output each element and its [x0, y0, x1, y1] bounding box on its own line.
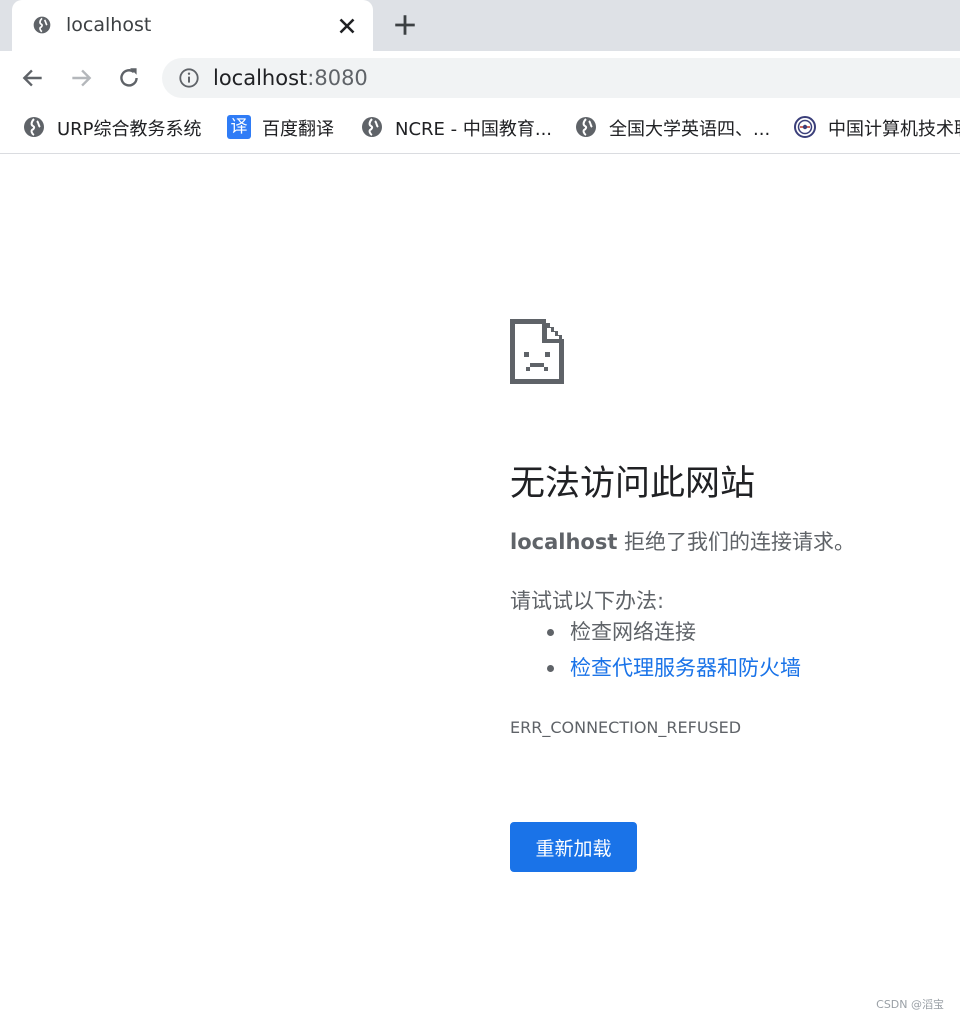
globe-icon — [33, 16, 51, 34]
info-icon[interactable] — [178, 67, 200, 89]
error-description: localhost 拒绝了我们的连接请求。 — [510, 526, 855, 556]
globe-icon — [576, 117, 596, 137]
suggestion-check-network: 检查网络连接 — [510, 616, 801, 652]
back-arrow-icon[interactable] — [20, 65, 46, 91]
suggestion-check-proxy-link[interactable]: 检查代理服务器和防火墙 — [510, 652, 801, 688]
ccf-icon — [794, 116, 816, 138]
bookmark-label: 百度翻译 — [262, 119, 334, 140]
sad-document-icon — [510, 319, 564, 384]
bookmark-label: NCRE - 中国教育... — [395, 119, 553, 140]
url-text[interactable]: localhost:8080 — [213, 66, 368, 90]
globe-icon — [24, 117, 44, 137]
bookmark-label: 中国计算机技术职 — [828, 119, 960, 140]
close-icon[interactable] — [334, 13, 360, 39]
globe-icon — [362, 117, 382, 137]
address-bar[interactable]: localhost:8080 — [162, 58, 960, 98]
url-host: localhost — [213, 66, 308, 90]
suggestions-heading: 请试试以下办法: — [510, 589, 665, 613]
tab-localhost[interactable]: localhost — [12, 0, 373, 51]
tab-title: localhost — [66, 14, 152, 36]
url-port: :8080 — [307, 66, 368, 90]
error-code: ERR_CONNECTION_REFUSED — [510, 718, 742, 737]
plus-icon[interactable] — [392, 12, 418, 38]
error-title: 无法访问此网站 — [510, 464, 756, 504]
baidu-translate-icon: 译 — [227, 115, 251, 139]
forward-arrow-icon[interactable] — [68, 65, 94, 91]
tab-strip: localhost — [0, 0, 960, 51]
reload-button[interactable]: 重新加载 — [510, 822, 637, 872]
error-message: 拒绝了我们的连接请求。 — [617, 530, 856, 554]
bookmarks-bar: URP综合教务系统 译 百度翻译 NCRE - 中国教育... 全国大学英语四、… — [0, 104, 960, 154]
bookmark-label: URP综合教务系统 — [57, 119, 202, 140]
bookmark-label: 全国大学英语四、... — [609, 119, 771, 140]
error-host: localhost — [510, 530, 618, 554]
reload-icon[interactable] — [116, 65, 142, 91]
browser-toolbar: localhost:8080 — [0, 51, 960, 104]
watermark: CSDN @滔宝 — [876, 998, 944, 1011]
suggestions-list: 检查网络连接 检查代理服务器和防火墙 — [510, 616, 801, 688]
